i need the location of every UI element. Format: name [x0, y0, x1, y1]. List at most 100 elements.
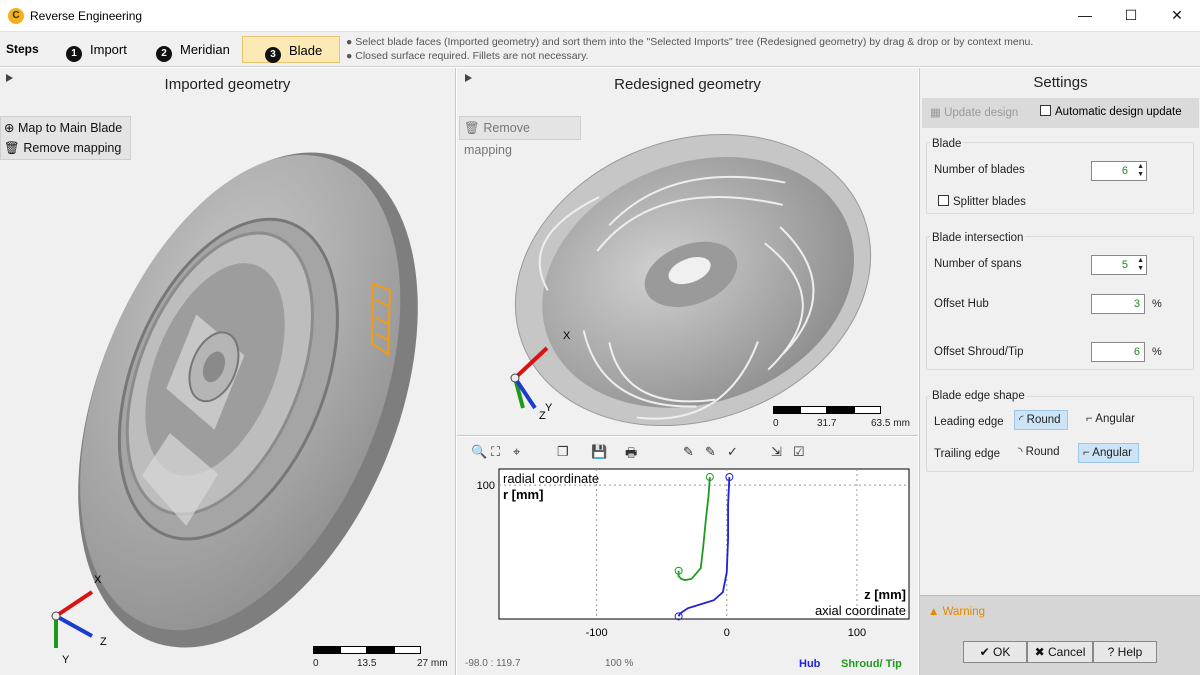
- settings-title: Settings: [1033, 74, 1088, 91]
- step-label: Blade: [289, 43, 323, 58]
- offset-shroud-input[interactable]: 6: [1091, 342, 1145, 362]
- number-of-blades-label: Number of blades: [934, 164, 1025, 176]
- offset-hub-label: Offset Hub: [934, 298, 989, 310]
- step-instructions: ● Select blade faces (Imported geometry)…: [346, 35, 1033, 63]
- number-of-spans-spinner[interactable]: 5 ▲ ▼: [1091, 255, 1147, 275]
- y-axis-unit: r [mm]: [503, 487, 544, 502]
- z-axis-label: Z: [100, 636, 107, 648]
- app-logo-icon: C: [8, 8, 24, 24]
- close-button[interactable]: ✕: [1154, 0, 1200, 32]
- x-axis-label: X: [563, 330, 571, 342]
- x-tick-label: 0: [724, 627, 730, 639]
- cancel-label: Cancel: [1048, 645, 1086, 659]
- splitter-blades-label: Splitter blades: [953, 196, 1026, 208]
- trash-icon: 🗑: [4, 141, 20, 155]
- help-icon: ?: [1107, 645, 1115, 659]
- y-tick-label: 100: [477, 480, 495, 492]
- z-axis-arrow: [55, 614, 93, 638]
- automatic-update-label: Automatic design update: [1055, 106, 1182, 118]
- leading-round-option[interactable]: ◜ Round: [1014, 410, 1068, 430]
- leading-angular-option[interactable]: ⌐ Angular: [1082, 410, 1141, 430]
- map-to-main-blade-button[interactable]: ⊕ Map to Main Blade: [4, 120, 122, 135]
- zoom-readout: 100 %: [605, 658, 634, 669]
- spinner-value: 5: [1121, 259, 1128, 271]
- offset-shroud-label: Offset Shroud/Tip: [934, 346, 1024, 358]
- cancel-icon: ✖: [1034, 645, 1045, 659]
- step-meridian[interactable]: 2 Meridian: [146, 36, 236, 63]
- percent-unit: %: [1152, 298, 1162, 310]
- instruction-line: ● Closed surface required. Fillets are n…: [346, 50, 589, 62]
- x-tick-label: 100: [848, 627, 866, 639]
- title-bar: C Reverse Engineering — ☐ ✕: [0, 0, 1200, 32]
- imported-geometry-panel[interactable]: Imported geometry X Y Z ⊕ Map to Main Bl…: [0, 68, 456, 675]
- map-label: Map to Main Blade: [17, 121, 123, 135]
- help-button[interactable]: ? Help: [1093, 641, 1157, 663]
- remove-label: Remove mapping: [23, 141, 122, 155]
- help-label: Help: [1117, 645, 1143, 659]
- spinner-arrows-icon[interactable]: ▲ ▼: [1137, 257, 1144, 273]
- ok-button[interactable]: ✔ OK: [963, 641, 1027, 663]
- option-label: Round: [1026, 414, 1061, 426]
- scale-label: 13.5: [357, 658, 377, 669]
- y-axis-title: radial coordinate: [503, 471, 600, 486]
- number-of-blades-spinner[interactable]: 6 ▲ ▼: [1091, 161, 1147, 181]
- step-import[interactable]: 1 Import: [56, 36, 138, 63]
- spinner-value: 6: [1121, 165, 1128, 177]
- leading-edge-label: Leading edge: [934, 416, 1004, 428]
- scale-label: 0: [773, 418, 779, 429]
- z-axis-label: Z: [539, 410, 546, 422]
- cursor-readout: -98.0 : 119.7: [465, 658, 521, 669]
- splitter-blades-checkbox[interactable]: Splitter blades: [938, 195, 1026, 208]
- percent-unit: %: [1152, 346, 1162, 358]
- warning-toggle[interactable]: ▲ Warning: [928, 606, 985, 618]
- maximize-button[interactable]: ☐: [1108, 0, 1154, 32]
- checkbox-box: [938, 195, 949, 206]
- trash-icon: 🗑: [464, 121, 480, 135]
- trailing-angular-option[interactable]: ⌐ Angular: [1078, 443, 1139, 463]
- option-label: Round: [1025, 446, 1060, 458]
- redesigned-geometry-panel[interactable]: Redesigned geometry X Y Z 🗑 Remove mappi…: [457, 68, 918, 436]
- remove-mapping-button[interactable]: 🗑 Remove mapping: [4, 141, 121, 156]
- trailing-round-option[interactable]: ◝ Round: [1014, 443, 1066, 463]
- option-label: Angular: [1095, 413, 1135, 425]
- blade-group-label: Blade: [930, 138, 964, 150]
- step-blade[interactable]: 3 Blade: [242, 36, 340, 63]
- checkbox-box: [1040, 105, 1051, 116]
- warning-label: Warning: [942, 606, 985, 618]
- step-number: 3: [265, 47, 281, 63]
- update-design-label: Update design: [944, 107, 1019, 119]
- step-number: 1: [66, 46, 82, 62]
- update-design-button[interactable]: ▦ Update design: [930, 105, 1018, 119]
- x-tick-label: -100: [586, 627, 608, 639]
- check-icon: ✔: [979, 645, 990, 659]
- angular-edge-icon: ⌐: [1086, 413, 1093, 425]
- x-axis-arrow: [54, 590, 94, 618]
- expand-triangle-icon: ▲: [928, 606, 940, 618]
- legend-shroud: Shroud/ Tip: [841, 658, 902, 670]
- number-of-spans-label: Number of spans: [934, 258, 1022, 270]
- window-title: Reverse Engineering: [30, 9, 143, 23]
- step-label: Import: [90, 42, 127, 57]
- round-edge-icon: ◝: [1018, 446, 1023, 458]
- remove-mapping-button[interactable]: 🗑 Remove mapping: [459, 116, 581, 157]
- x-axis-label: X: [94, 574, 102, 586]
- offset-hub-input[interactable]: 3: [1091, 294, 1145, 314]
- meridian-chart-panel: 🔍 ⛶ ⌖ ❐ 💾 🖶 ✎ ✎ ✓ ⇲ ☑ -100 0 100 100 radial…: [457, 437, 918, 675]
- instruction-line: ● Select blade faces (Imported geometry)…: [346, 36, 1034, 48]
- minimize-button[interactable]: —: [1062, 0, 1108, 32]
- cancel-button[interactable]: ✖ Cancel: [1027, 641, 1093, 663]
- y-axis-label: Y: [545, 402, 553, 414]
- y-axis-label: Y: [62, 654, 70, 666]
- edge-shape-group-label: Blade edge shape: [930, 390, 1027, 402]
- spinner-arrows-icon[interactable]: ▲ ▼: [1137, 163, 1144, 179]
- x-axis-title: axial coordinate: [814, 603, 906, 618]
- update-bar: ▦ Update design Automatic design update: [922, 98, 1199, 128]
- warning-area: ▲ Warning: [920, 595, 1200, 675]
- steps-label: Steps: [6, 42, 39, 56]
- calculator-icon: ▦: [930, 107, 941, 119]
- target-icon: ⊕: [4, 121, 15, 135]
- automatic-update-checkbox[interactable]: Automatic design update: [1040, 105, 1182, 118]
- scale-label: 0: [313, 658, 319, 669]
- steps-bar: Steps 1 Import 2 Meridian 3 Blade ● Select …: [0, 32, 1200, 67]
- trailing-edge-label: Trailing edge: [934, 448, 1001, 460]
